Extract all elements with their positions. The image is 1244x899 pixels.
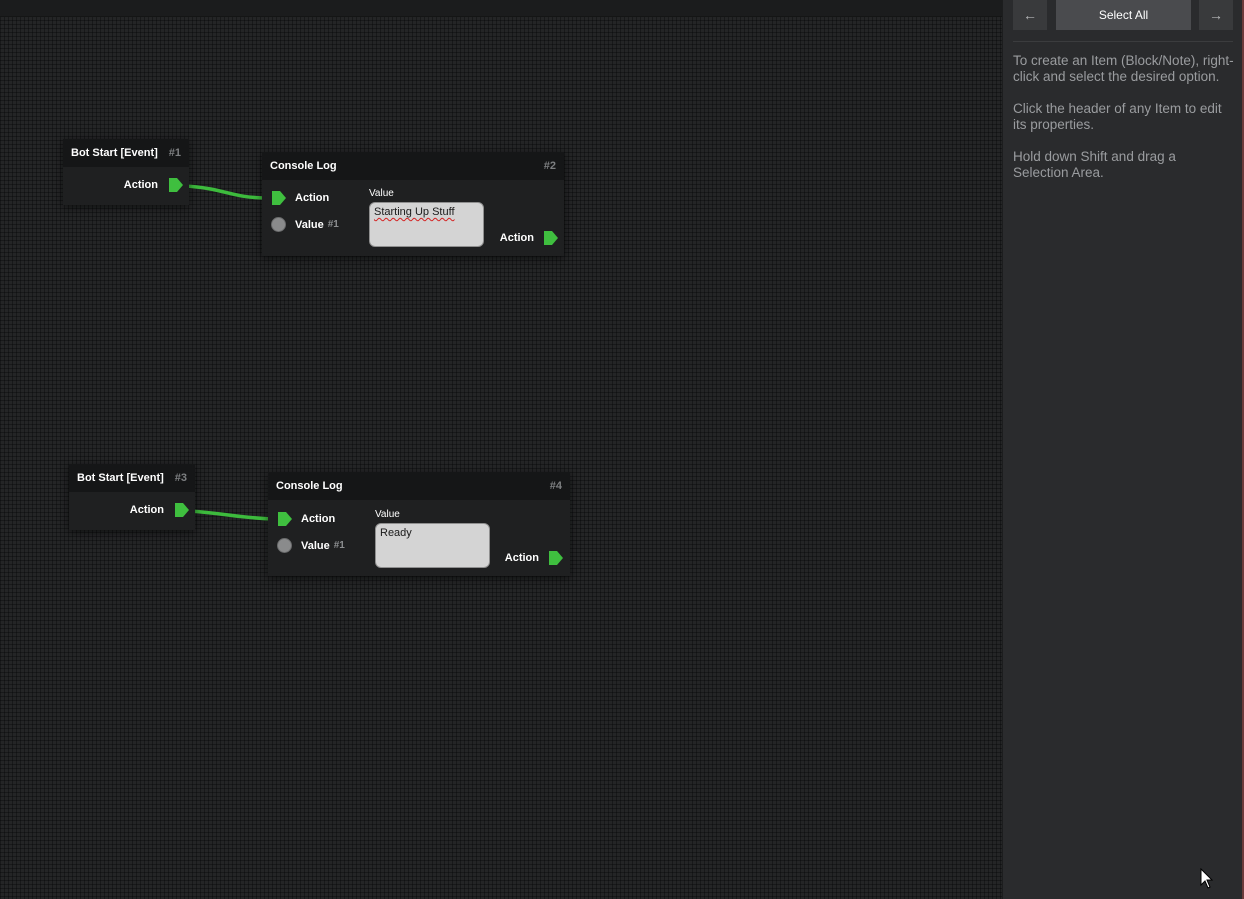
arrow-right-icon: → xyxy=(1209,7,1223,23)
block-id: #4 xyxy=(549,480,562,492)
block-title: Bot Start [Event] xyxy=(77,472,164,484)
value-input-port-icon[interactable] xyxy=(271,217,286,232)
value-text: Starting Up Stuff xyxy=(374,206,455,218)
action-output-port-icon[interactable] xyxy=(168,177,184,193)
port-ref: #1 xyxy=(327,219,339,230)
port-ref: #1 xyxy=(333,540,345,551)
help-line: To create an Item (Block/Note), right-cl… xyxy=(1013,53,1234,84)
value-input-port-icon[interactable] xyxy=(277,538,292,553)
wire-1-to-2 xyxy=(183,184,269,200)
port-label: Action xyxy=(504,552,539,564)
port-label: Value xyxy=(295,218,324,231)
block-header[interactable]: Bot Start [Event] #3 xyxy=(69,464,195,492)
bot-start-block-3[interactable]: Bot Start [Event] #3 Action xyxy=(69,464,195,530)
block-header[interactable]: Console Log #2 xyxy=(262,152,564,180)
action-output-port-icon[interactable] xyxy=(548,550,564,566)
action-output: Action xyxy=(130,502,190,518)
port-label: Value xyxy=(301,539,330,552)
block-id: #1 xyxy=(168,147,181,159)
block-id: #3 xyxy=(174,472,187,484)
block-title: Bot Start [Event] xyxy=(71,147,158,159)
node-canvas[interactable]: Bot Start [Event] #1 Action Console Log … xyxy=(0,0,1002,899)
port-label: Action xyxy=(123,179,158,191)
help-text: To create an Item (Block/Note), right-cl… xyxy=(1013,53,1235,181)
action-input-port-icon[interactable] xyxy=(277,511,293,527)
block-id: #2 xyxy=(543,160,556,172)
wire-layer xyxy=(183,184,275,521)
block-header[interactable]: Bot Start [Event] #1 xyxy=(63,139,189,167)
console-log-block-4[interactable]: Console Log #4 Action Value #1 Value Rea… xyxy=(268,472,570,576)
divider xyxy=(1013,41,1233,42)
value-input: Value #1 xyxy=(271,217,339,232)
wire-3-to-4 xyxy=(189,509,275,521)
action-output-port-icon[interactable] xyxy=(543,230,559,246)
action-output: Action xyxy=(505,550,564,566)
port-label: Action xyxy=(301,513,336,525)
action-output-port-icon[interactable] xyxy=(174,502,190,518)
next-button[interactable]: → xyxy=(1199,0,1233,30)
console-log-block-2[interactable]: Console Log #2 Action Value #1 Value Sta… xyxy=(262,152,564,256)
properties-sidebar: ← Select All → To create an Item (Block/… xyxy=(1002,0,1243,899)
block-title: Console Log xyxy=(270,160,337,172)
arrow-left-icon: ← xyxy=(1023,7,1037,23)
port-label: Action xyxy=(295,192,330,204)
value-text: Ready xyxy=(380,527,412,539)
value-input: Value #1 xyxy=(277,538,345,553)
value-textarea[interactable]: Starting Up Stuff xyxy=(369,202,484,247)
port-label: Action xyxy=(129,504,164,516)
value-caption: Value xyxy=(375,509,400,520)
action-output: Action xyxy=(124,177,184,193)
action-input: Action xyxy=(277,511,335,527)
action-input-port-icon[interactable] xyxy=(271,190,287,206)
port-label: Action xyxy=(499,232,534,244)
select-all-button[interactable]: Select All xyxy=(1056,0,1191,30)
mouse-cursor-icon xyxy=(1200,868,1214,889)
block-header[interactable]: Console Log #4 xyxy=(268,472,570,500)
prev-button[interactable]: ← xyxy=(1013,0,1047,30)
help-line: Click the header of any Item to edit its… xyxy=(1013,101,1222,132)
action-output: Action xyxy=(500,230,559,246)
value-caption: Value xyxy=(369,188,394,199)
value-textarea[interactable]: Ready xyxy=(375,523,490,568)
bot-start-block-1[interactable]: Bot Start [Event] #1 Action xyxy=(63,139,189,205)
canvas-toolbar xyxy=(0,0,1002,17)
block-title: Console Log xyxy=(276,480,343,492)
help-line: Hold down Shift and drag a Selection Are… xyxy=(1013,149,1176,180)
action-input: Action xyxy=(271,190,329,206)
